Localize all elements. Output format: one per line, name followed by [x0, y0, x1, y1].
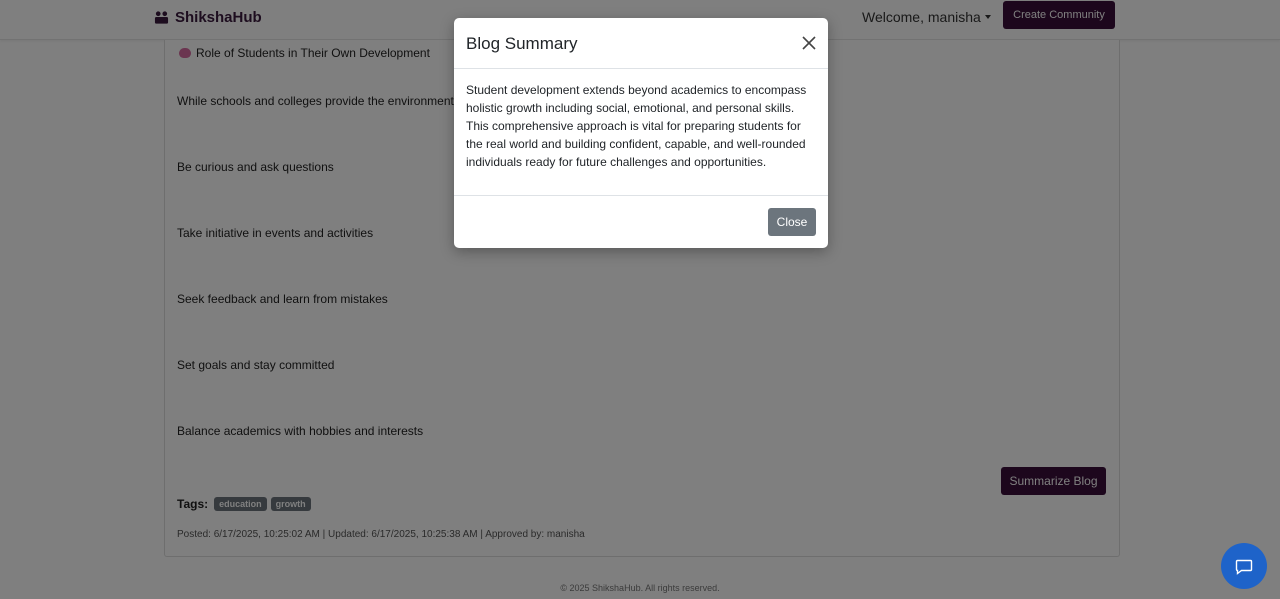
modal-body-text: Student development extends beyond acade…: [466, 83, 807, 169]
close-button[interactable]: Close: [768, 208, 816, 236]
modal-header: Blog Summary: [454, 18, 828, 69]
close-icon[interactable]: [800, 34, 818, 52]
chat-button[interactable]: [1221, 543, 1267, 589]
modal-footer: Close: [454, 195, 828, 249]
modal-title: Blog Summary: [466, 34, 578, 53]
blog-summary-modal: Blog Summary Student development extends…: [454, 18, 828, 248]
chat-icon: [1235, 559, 1253, 575]
